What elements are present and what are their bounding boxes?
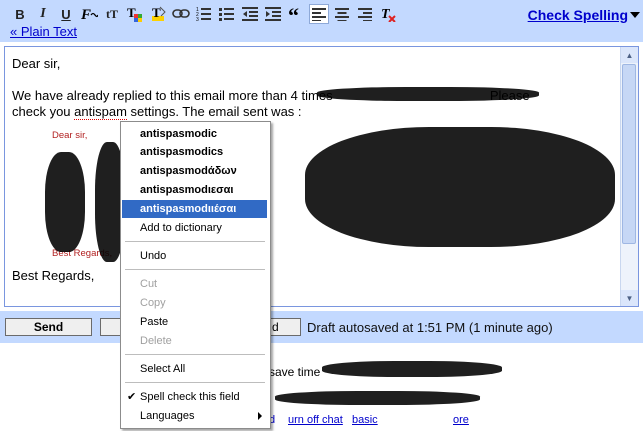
align-right-icon (358, 8, 372, 21)
underline-icon: U (61, 6, 71, 22)
languages-item[interactable]: Languages (122, 407, 267, 425)
bulleted-list-button[interactable] (217, 4, 237, 24)
align-left-button[interactable] (309, 4, 329, 24)
link-button[interactable] (171, 4, 191, 24)
paste-item[interactable]: Paste (122, 313, 267, 331)
highlight-icon: T (152, 5, 166, 21)
spell-check-field-item[interactable]: Spell check this field (122, 388, 267, 406)
suggestion-item[interactable]: antispasmodics (122, 143, 267, 161)
editor-scrollbar[interactable]: ▲ ▼ (620, 47, 638, 306)
bold-icon: B (15, 6, 25, 22)
body-line-2-post: settings. The email sent was : (126, 104, 302, 119)
menu-separator (125, 382, 265, 383)
footer-fragment: save time (269, 365, 321, 379)
numbered-list-button[interactable]: 123 (194, 4, 214, 24)
underline-button[interactable]: U (56, 4, 76, 24)
message-body-editor[interactable]: Dear sir, We have already replied to thi… (4, 46, 639, 307)
cut-item[interactable]: Cut (122, 275, 267, 293)
plain-text-link[interactable]: « Plain Text (10, 24, 77, 39)
outdent-icon (242, 7, 258, 21)
font-size-button[interactable]: tT (102, 4, 122, 24)
check-spelling-dropdown-icon[interactable] (630, 12, 640, 18)
copy-item[interactable]: Copy (122, 294, 267, 312)
submenu-arrow-icon (258, 412, 262, 420)
link-icon (172, 9, 190, 18)
formatting-buttons: B I U F tT T T 123 “ T (10, 4, 401, 24)
closing-line: Best Regards, (12, 268, 95, 283)
redaction-scribble (275, 391, 480, 405)
menu-separator (125, 241, 265, 242)
svg-text:T: T (152, 5, 161, 20)
quote-icon: “ (288, 7, 299, 21)
menu-separator (125, 354, 265, 355)
save-now-button[interactable] (100, 318, 120, 336)
delete-item[interactable]: Delete (122, 332, 267, 350)
italic-icon: I (40, 6, 46, 21)
body-line-2-pre: check you (12, 104, 75, 119)
svg-text:F: F (80, 7, 91, 22)
remove-formatting-button[interactable]: T (378, 4, 398, 24)
redaction-scribble (45, 152, 85, 252)
redaction-scribble (322, 361, 502, 377)
align-left-icon (312, 8, 326, 21)
menu-separator (125, 269, 265, 270)
svg-text:T: T (381, 7, 391, 22)
align-right-button[interactable] (355, 4, 375, 24)
select-all-item[interactable]: Select All (122, 360, 267, 378)
redaction-scribble (317, 87, 539, 101)
outdent-button[interactable] (240, 4, 260, 24)
highlight-button[interactable]: T (148, 4, 168, 24)
send-button[interactable]: Send (5, 318, 92, 336)
redaction-scribble (305, 127, 615, 247)
font-icon: F (80, 7, 98, 22)
numbered-list-icon: 123 (196, 7, 211, 22)
font-button[interactable]: F (79, 4, 99, 24)
font-size-icon: tT (106, 6, 118, 21)
svg-text:“: “ (288, 7, 299, 21)
suggestion-item[interactable]: antispasmodάδων (122, 162, 267, 180)
compose-action-bar: Send d Draft autosaved at 1:51 PM (1 min… (0, 311, 643, 343)
scroll-down-icon[interactable]: ▼ (621, 290, 638, 306)
turn-off-chat-link[interactable]: urn off chat (288, 414, 343, 426)
scroll-up-icon[interactable]: ▲ (621, 47, 638, 63)
align-center-icon (335, 8, 349, 21)
scroll-thumb[interactable] (622, 64, 636, 244)
bulleted-list-icon (219, 8, 234, 21)
add-to-dictionary-item[interactable]: Add to dictionary (122, 219, 267, 237)
learn-more-link[interactable]: ore (453, 414, 469, 426)
spellcheck-context-menu: antispasmodic antispasmodics antispasmod… (120, 121, 271, 429)
body-line-1-text: We have already replied to this email mo… (12, 88, 333, 103)
align-center-button[interactable] (332, 4, 352, 24)
text-color-icon: T (127, 5, 142, 22)
text-color-button[interactable]: T (125, 4, 145, 24)
suggestion-item-selected[interactable]: antispasmodιιέσαι (122, 200, 267, 218)
draft-autosaved-status: Draft autosaved at 1:51 PM (1 minute ago… (307, 320, 553, 335)
compose-toolbar: B I U F tT T T 123 “ T « Plain Text Chec… (0, 0, 643, 42)
misspelled-word[interactable]: antispam (74, 104, 127, 120)
basic-html-link[interactable]: basic (352, 414, 378, 426)
page-footer-area: save time d urn off chat basic ore (0, 343, 643, 431)
undo-item[interactable]: Undo (122, 247, 267, 265)
suggestion-item[interactable]: antispasmodic (122, 125, 267, 143)
discard-button[interactable]: d (269, 318, 301, 336)
indent-button[interactable] (263, 4, 283, 24)
greeting-line: Dear sir, (12, 56, 61, 71)
svg-text:3: 3 (196, 17, 199, 22)
suggestion-item[interactable]: antispasmodιεσαι (122, 181, 267, 199)
body-line-2: check you antispam settings. The email s… (12, 104, 612, 120)
quote-button[interactable]: “ (286, 4, 306, 24)
bold-button[interactable]: B (10, 4, 30, 24)
italic-button[interactable]: I (33, 4, 53, 24)
indent-icon (265, 7, 281, 21)
check-spelling-link[interactable]: Check Spelling (528, 7, 628, 23)
remove-formatting-icon: T (381, 7, 396, 22)
